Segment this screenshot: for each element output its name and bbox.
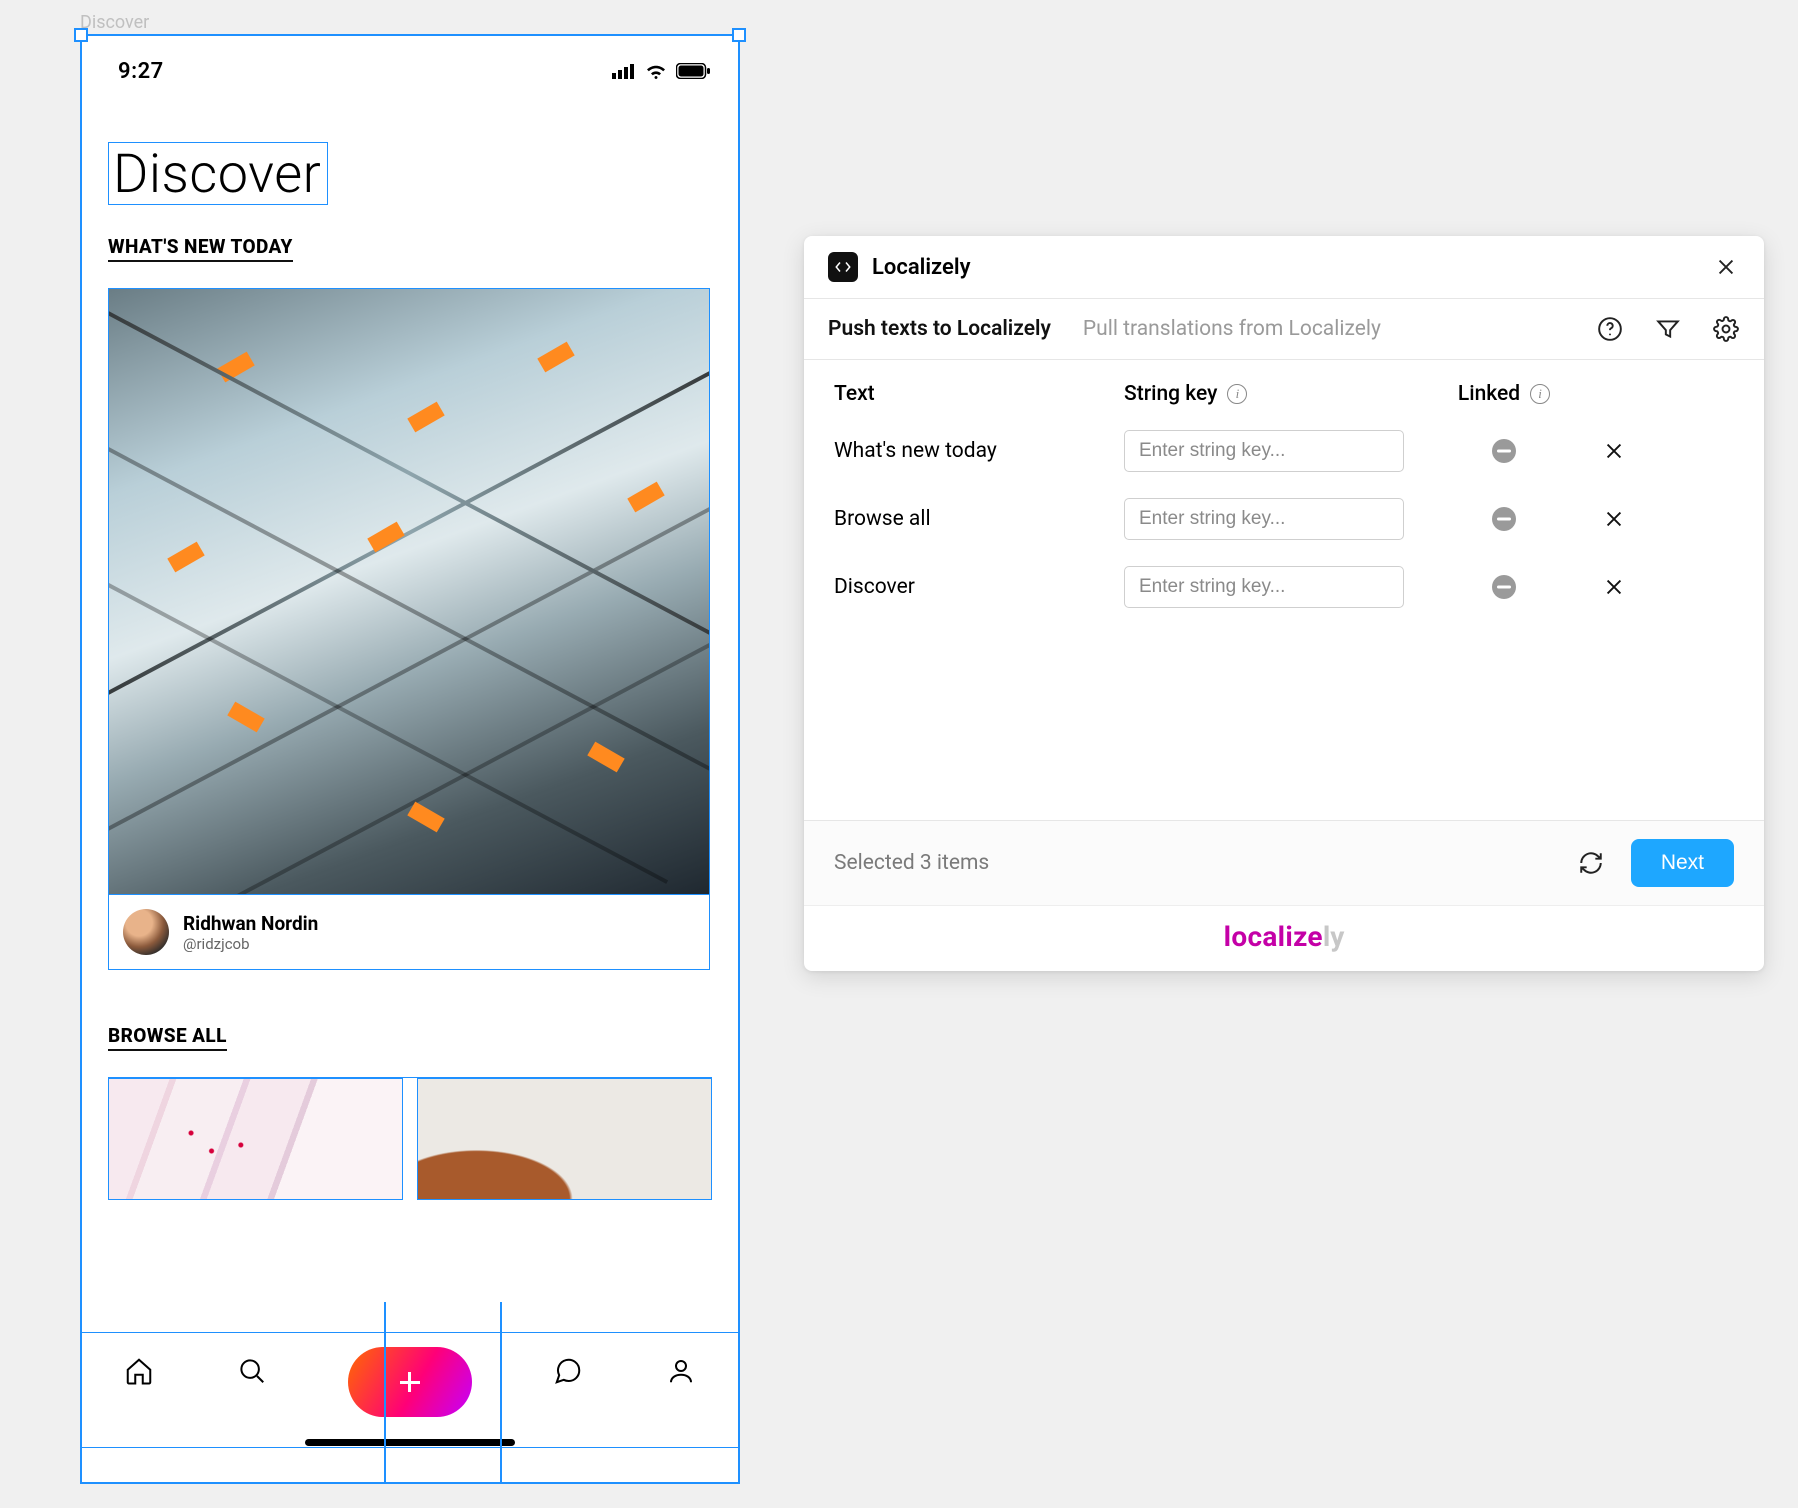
col-linked: Linked i <box>1434 382 1574 406</box>
col-text: Text <box>834 382 1114 406</box>
avatar <box>123 909 169 955</box>
string-key-input[interactable] <box>1124 566 1404 608</box>
brand-text-a: localize <box>1224 920 1323 953</box>
col-string-key: String key i <box>1124 382 1424 406</box>
featured-card[interactable]: Ridhwan Nordin @ridzjcob <box>108 288 710 970</box>
close-icon[interactable] <box>1712 253 1740 281</box>
help-icon[interactable] <box>1596 315 1624 343</box>
nav-profile-icon[interactable] <box>663 1353 699 1389</box>
home-indicator <box>305 1439 515 1446</box>
page-title: Discover <box>109 143 327 204</box>
linked-status-icon <box>1492 507 1516 531</box>
frame-label: Discover <box>80 12 149 33</box>
selected-count: Selected 3 items <box>834 851 989 875</box>
nav-search-icon[interactable] <box>234 1353 270 1389</box>
wifi-icon <box>644 62 668 80</box>
gear-icon[interactable] <box>1712 315 1740 343</box>
panel-tab-bar: Push texts to Localizely Pull translatio… <box>804 299 1764 360</box>
featured-image <box>109 289 709 895</box>
nav-home-icon[interactable] <box>121 1353 157 1389</box>
cellular-icon <box>612 63 636 79</box>
nav-add-button[interactable] <box>348 1347 472 1417</box>
title-selection-box[interactable]: Discover <box>108 142 328 205</box>
battery-icon <box>676 63 710 79</box>
browse-thumb-2[interactable] <box>417 1078 712 1200</box>
tab-push[interactable]: Push texts to Localizely <box>828 317 1051 341</box>
panel-body: Text String key i Linked i What's new to… <box>804 360 1764 820</box>
browse-grid <box>108 1077 712 1200</box>
row-text: Browse all <box>834 507 1114 531</box>
section-browse-all: BROWSE ALL <box>108 1024 227 1051</box>
remove-row-icon[interactable] <box>1584 576 1644 598</box>
selection-handle-tl[interactable] <box>74 28 88 42</box>
selection-handle-tr[interactable] <box>732 28 746 42</box>
bottom-nav <box>82 1332 738 1482</box>
card-user-row[interactable]: Ridhwan Nordin @ridzjcob <box>109 895 709 969</box>
browse-thumb-1[interactable] <box>108 1078 403 1200</box>
filter-icon[interactable] <box>1654 315 1682 343</box>
row-text: What's new today <box>834 439 1114 463</box>
linked-status-icon <box>1492 575 1516 599</box>
panel-footer: Selected 3 items Next <box>804 820 1764 905</box>
mobile-frame[interactable]: 9:27 Discover WHAT'S NEW TODAY <box>80 34 740 1484</box>
panel-header: Localizely <box>804 236 1764 299</box>
brand-footer: localizely <box>804 905 1764 971</box>
info-icon[interactable]: i <box>1530 384 1550 404</box>
linked-status-icon <box>1492 439 1516 463</box>
status-time: 9:27 <box>118 59 164 84</box>
brand-badge-icon <box>828 252 858 282</box>
remove-row-icon[interactable] <box>1584 508 1644 530</box>
localizely-panel: Localizely Push texts to Localizely Pull… <box>804 236 1764 971</box>
table-row: Discover <box>834 566 1734 608</box>
selection-guide-v2 <box>500 1302 502 1482</box>
user-handle: @ridzjcob <box>183 935 318 953</box>
status-bar: 9:27 <box>82 36 738 96</box>
table-row: What's new today <box>834 430 1734 472</box>
table-header: Text String key i Linked i <box>834 382 1734 406</box>
user-name: Ridhwan Nordin <box>183 912 318 935</box>
info-icon[interactable]: i <box>1227 384 1247 404</box>
status-icons <box>612 62 710 80</box>
selection-guide-h <box>82 1447 738 1449</box>
section-whats-new: WHAT'S NEW TODAY <box>108 235 293 262</box>
panel-title: Localizely <box>872 255 971 280</box>
row-text: Discover <box>834 575 1114 599</box>
table-row: Browse all <box>834 498 1734 540</box>
string-key-input[interactable] <box>1124 430 1404 472</box>
nav-chat-icon[interactable] <box>550 1353 586 1389</box>
selection-guide-v1 <box>384 1302 386 1482</box>
tab-pull[interactable]: Pull translations from Localizely <box>1083 317 1381 341</box>
refresh-icon[interactable] <box>1577 849 1605 877</box>
string-key-input[interactable] <box>1124 498 1404 540</box>
remove-row-icon[interactable] <box>1584 440 1644 462</box>
next-button[interactable]: Next <box>1631 839 1734 887</box>
brand-text-b: ly <box>1323 920 1345 953</box>
